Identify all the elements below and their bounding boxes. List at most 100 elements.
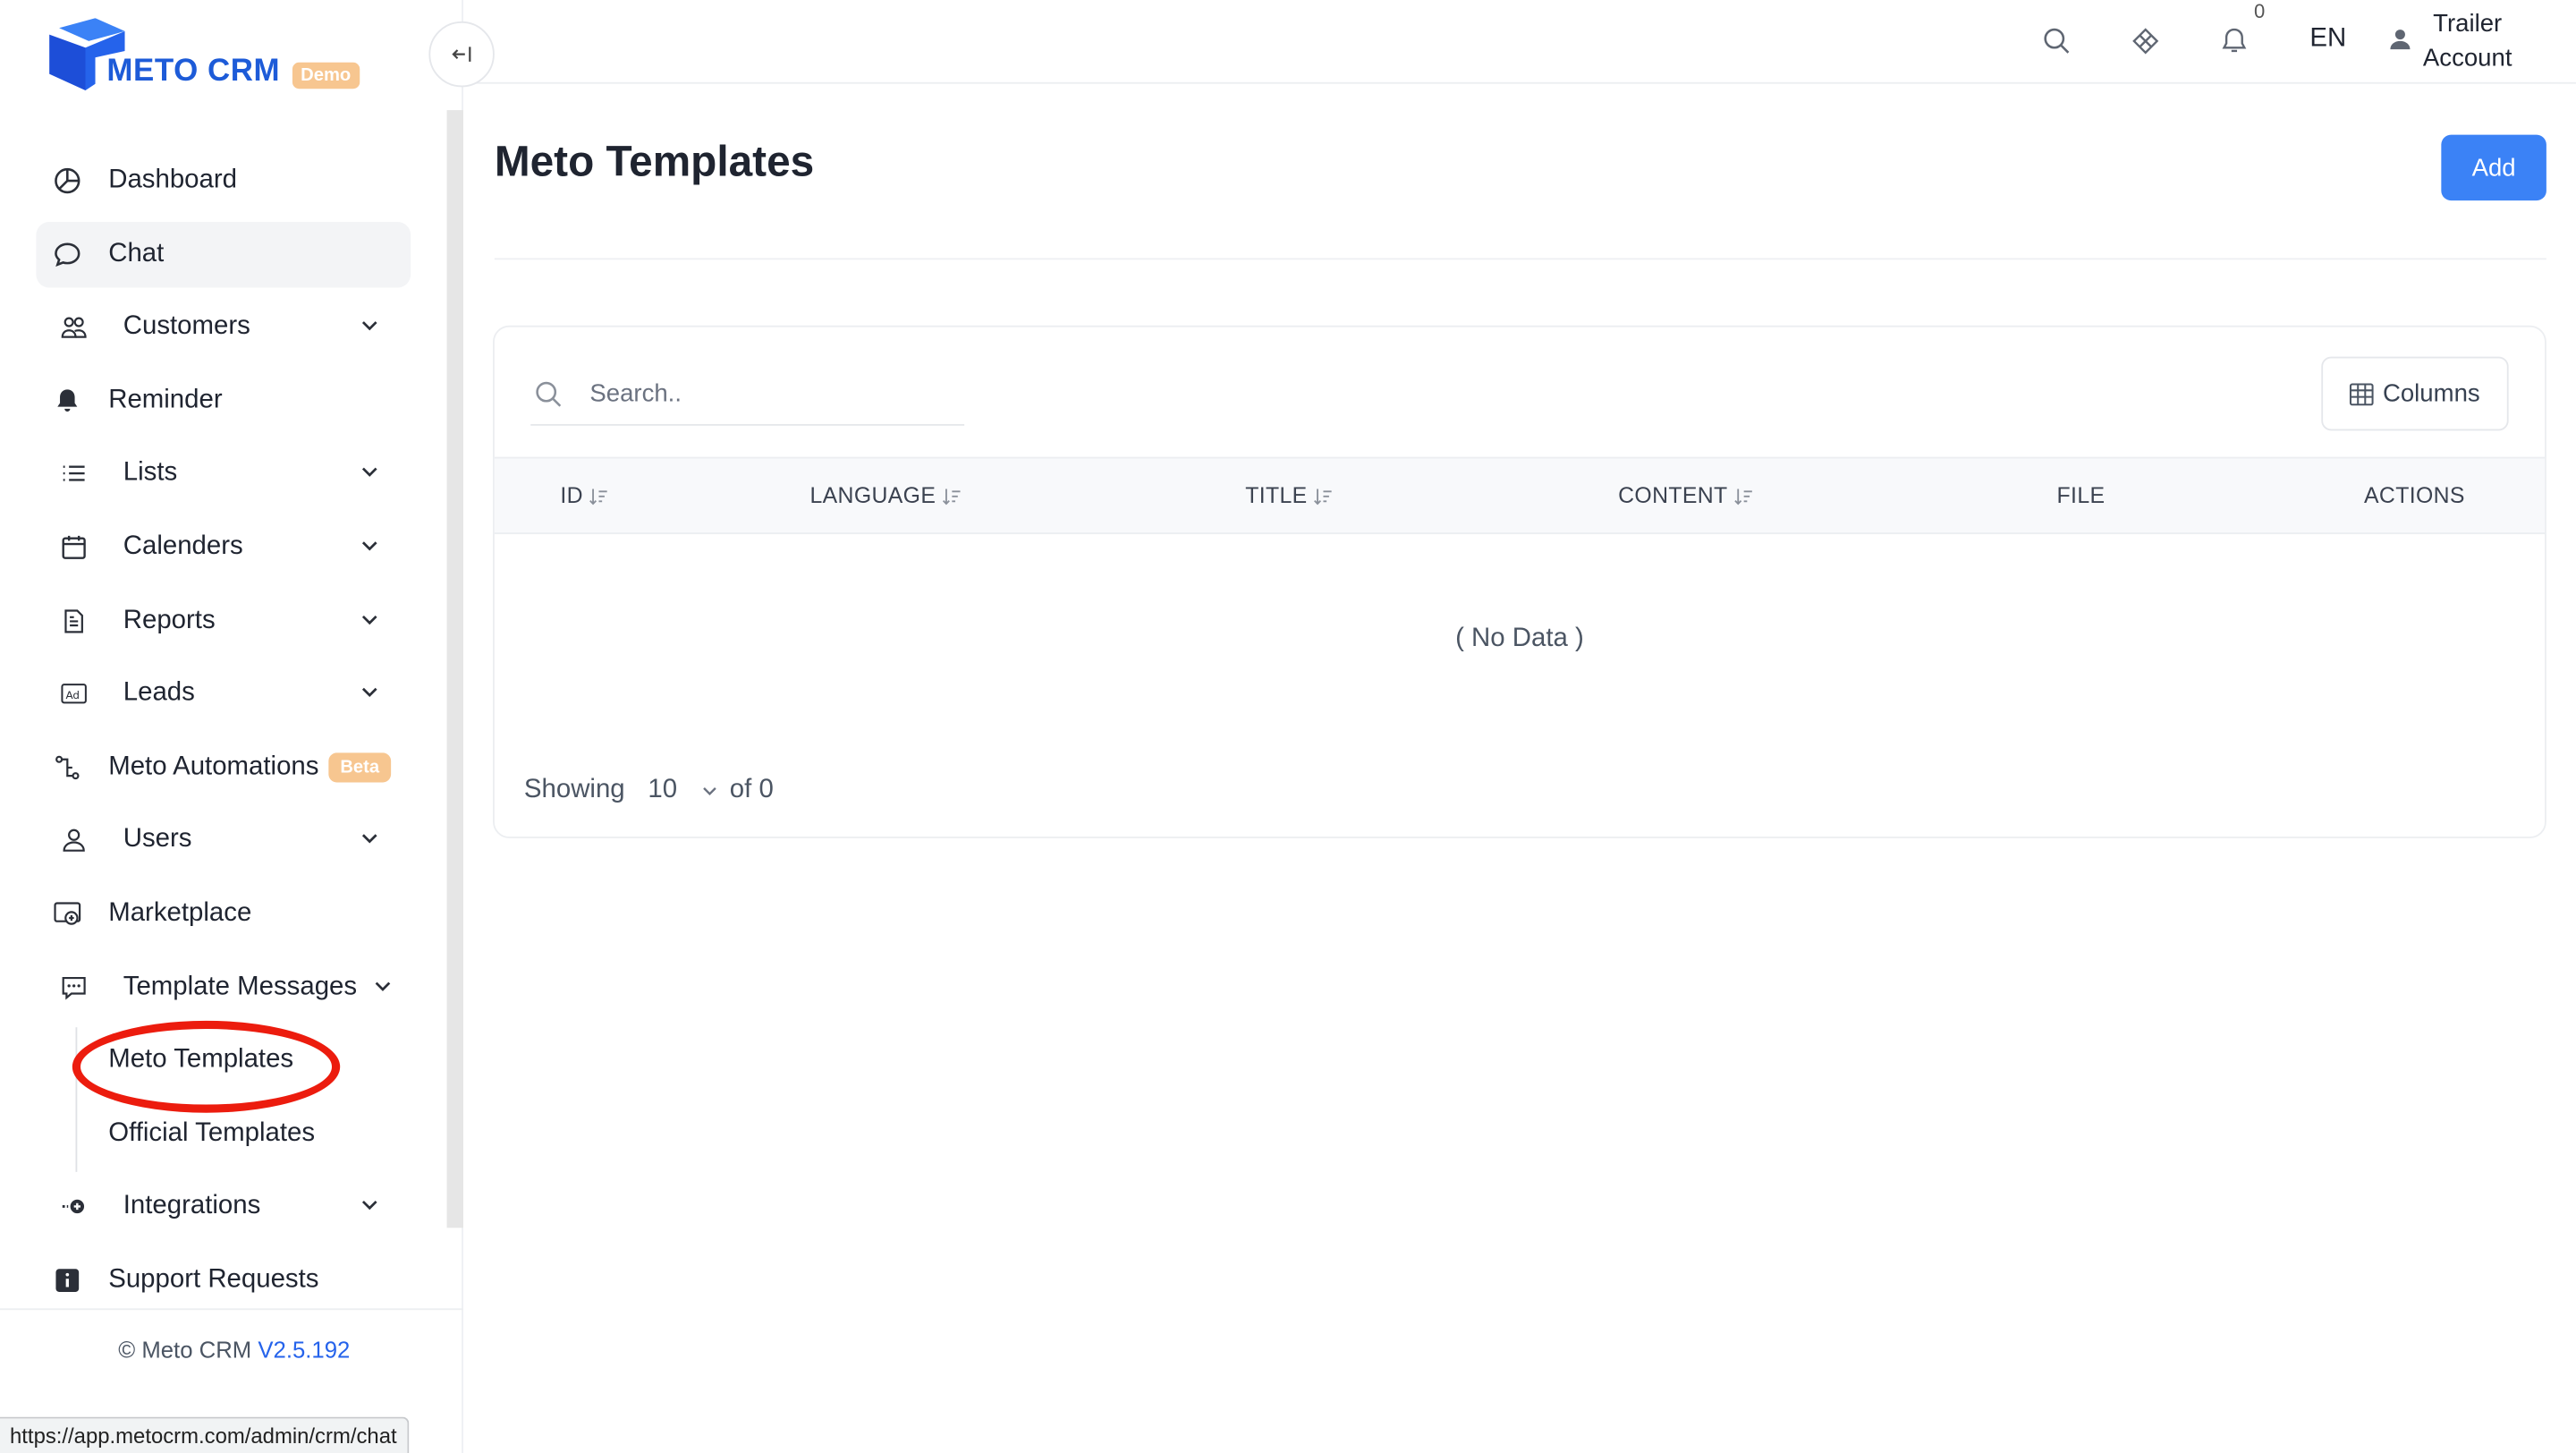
- column-header-label: FILE: [2056, 483, 2106, 508]
- pie-chart-icon: [53, 166, 82, 196]
- sidebar-item-label: Meto Automations: [108, 752, 319, 781]
- column-header-file: FILE: [2057, 483, 2106, 508]
- demo-badge: Demo: [292, 62, 360, 89]
- account-name-first: Trailer: [2433, 10, 2503, 38]
- sort-icon: [942, 488, 960, 505]
- chevron-down-icon: [361, 834, 377, 845]
- brand-logo[interactable]: METO CRM Demo: [49, 18, 377, 94]
- column-header-label: ACTIONS: [2364, 483, 2465, 508]
- sidebar-item-calenders[interactable]: Calenders: [36, 514, 411, 580]
- sidebar-item-lists[interactable]: Lists: [36, 441, 411, 506]
- language-selector[interactable]: EN: [2309, 25, 2346, 55]
- title-divider: [494, 258, 2546, 260]
- chevron-down-icon: [361, 688, 377, 698]
- collapse-sidebar-button[interactable]: [428, 21, 495, 88]
- chevron-down-icon: [375, 981, 391, 991]
- search-input[interactable]: [589, 373, 952, 413]
- sidebar-item-label: Calenders: [123, 532, 243, 561]
- top-header: 0 EN Trailer Account: [462, 0, 2576, 84]
- sidebar: METO CRM Demo Dashboard Chat Customers R…: [0, 0, 463, 1453]
- sidebar-subitem-meto-templates[interactable]: Meto Templates: [36, 1027, 411, 1092]
- page-title: Meto Templates: [494, 136, 815, 186]
- template-messages-submenu: Meto Templates Official Templates: [36, 1027, 411, 1173]
- account-menu[interactable]: Trailer Account: [2411, 6, 2523, 75]
- sidebar-item-dashboard[interactable]: Dashboard: [36, 148, 411, 213]
- sidebar-item-meto-automations[interactable]: Meto Automations Beta: [36, 735, 411, 800]
- sidebar-item-label: Integrations: [123, 1192, 261, 1220]
- search-icon[interactable]: [2042, 26, 2072, 55]
- column-header-label: CONTENT: [1618, 483, 1728, 508]
- table-header: ID LANGUAGE TITLE CONTENT FILE ACTIONS: [494, 456, 2546, 535]
- empty-state-text: ( No Data ): [1455, 625, 1584, 653]
- chevron-down-icon: [361, 321, 377, 331]
- report-document-icon: [59, 606, 89, 635]
- diamond-grid-icon[interactable]: [2131, 26, 2160, 55]
- sidebar-item-label: Template Messages: [123, 972, 358, 1000]
- marketplace-icon: [53, 899, 82, 929]
- sidebar-item-marketplace[interactable]: Marketplace: [36, 881, 411, 947]
- sidebar-item-label: Users: [123, 825, 192, 854]
- version-link[interactable]: V2.5.192: [258, 1337, 350, 1363]
- table-columns-icon: [2350, 382, 2375, 405]
- bell-icon: [53, 386, 82, 415]
- sort-icon: [1733, 488, 1752, 505]
- copyright-text: © Meto CRM V2.5.192: [118, 1337, 350, 1363]
- sort-icon: [589, 488, 607, 505]
- notification-bell-icon[interactable]: [2219, 26, 2249, 55]
- chat-bubble-icon: [53, 239, 82, 268]
- status-url-bar: https://app.metocrm.com/admin/crm/chat: [0, 1416, 409, 1453]
- sidebar-item-label: Leads: [123, 679, 195, 708]
- chevron-down-icon[interactable]: [700, 781, 720, 801]
- column-header-content[interactable]: CONTENT: [1618, 483, 1752, 508]
- beta-badge: Beta: [328, 752, 391, 783]
- sidebar-item-support-requests[interactable]: Support Requests: [36, 1247, 411, 1313]
- column-header-id[interactable]: ID: [560, 483, 607, 508]
- info-icon: [53, 1265, 82, 1295]
- account-name-last: Account: [2422, 44, 2512, 72]
- sidebar-scrollbar[interactable]: [446, 110, 463, 1228]
- sidebar-subitem-official-templates[interactable]: Official Templates: [36, 1100, 411, 1166]
- brand-name: METO CRM: [106, 54, 281, 89]
- sidebar-item-integrations[interactable]: Integrations: [36, 1174, 411, 1239]
- column-header-actions: ACTIONS: [2364, 483, 2465, 508]
- search-box: [530, 360, 965, 426]
- sidebar-nav: Dashboard Chat Customers Reminder Lists …: [36, 148, 411, 1321]
- column-header-title[interactable]: TITLE: [1245, 483, 1332, 508]
- sort-icon: [1313, 488, 1332, 505]
- notification-count: 0: [2253, 0, 2266, 23]
- showing-label: Showing: [523, 776, 625, 804]
- list-icon: [59, 459, 89, 489]
- chevron-down-icon: [361, 541, 377, 551]
- column-header-label: TITLE: [1245, 483, 1308, 508]
- page-size-select[interactable]: 10: [648, 776, 677, 805]
- column-header-language[interactable]: LANGUAGE: [809, 483, 960, 508]
- columns-button[interactable]: Columns: [2321, 356, 2509, 431]
- sidebar-item-users[interactable]: Users: [36, 808, 411, 873]
- sidebar-item-label: Lists: [123, 459, 178, 488]
- sidebar-item-customers[interactable]: Customers: [36, 294, 411, 360]
- sidebar-item-reminder[interactable]: Reminder: [36, 368, 411, 433]
- svg-text:Ad: Ad: [65, 689, 80, 701]
- collapse-arrow-icon: [452, 47, 471, 62]
- add-button[interactable]: Add: [2441, 134, 2546, 201]
- column-header-label: ID: [560, 483, 583, 508]
- sidebar-subitem-label: Official Templates: [108, 1118, 316, 1147]
- sidebar-item-label: Support Requests: [108, 1265, 319, 1294]
- user-icon: [59, 826, 89, 855]
- calendar-icon: [59, 532, 89, 562]
- columns-label: Columns: [2382, 379, 2480, 408]
- chevron-down-icon: [361, 468, 377, 478]
- sidebar-item-label: Dashboard: [108, 166, 238, 194]
- sidebar-item-label: Reports: [123, 606, 216, 634]
- message-template-icon: [59, 973, 89, 1002]
- sidebar-item-chat[interactable]: Chat: [36, 221, 411, 287]
- pagination-bar: Showing 10 of 0: [524, 776, 774, 805]
- sidebar-item-reports[interactable]: Reports: [36, 588, 411, 653]
- sidebar-item-label: Customers: [123, 312, 250, 341]
- total-count-label: of 0: [729, 776, 774, 804]
- copyright-label: © Meto CRM: [118, 1336, 252, 1363]
- sidebar-item-label: Marketplace: [108, 898, 252, 928]
- sidebar-item-template-messages[interactable]: Template Messages: [36, 954, 411, 1019]
- sidebar-item-leads[interactable]: Ad Leads: [36, 661, 411, 726]
- automation-flow-icon: [53, 752, 82, 782]
